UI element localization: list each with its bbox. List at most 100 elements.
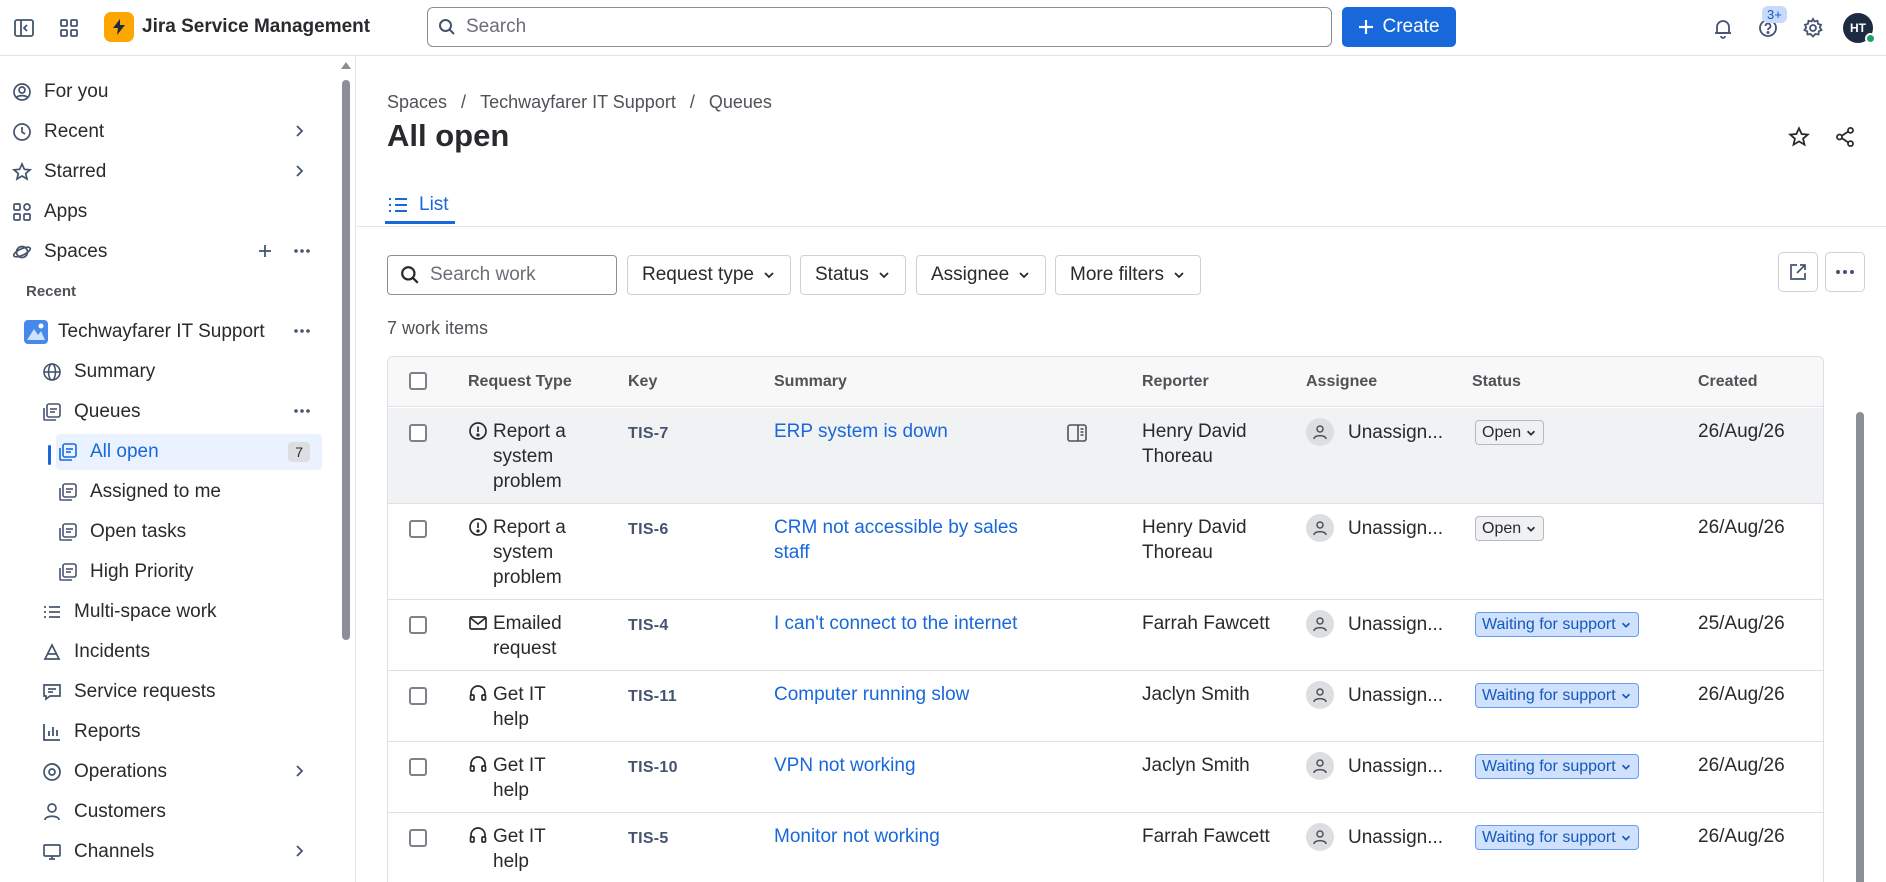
select-all-checkbox[interactable]	[409, 372, 427, 390]
issue-key[interactable]: TIS-11	[628, 684, 677, 709]
open-detail-panel-icon[interactable]	[1066, 423, 1088, 443]
column-header-reporter[interactable]: Reporter	[1142, 373, 1209, 391]
add-space-icon[interactable]	[256, 242, 274, 260]
table-row[interactable]: Emailed request TIS-4 I can't connect to…	[388, 600, 1823, 671]
more-icon[interactable]	[292, 242, 312, 260]
scroll-up-arrow-icon[interactable]	[341, 62, 351, 69]
column-header-assignee[interactable]: Assignee	[1306, 373, 1377, 391]
column-header-request-type[interactable]: Request Type	[468, 373, 572, 391]
issue-key[interactable]: TIS-4	[628, 613, 669, 638]
row-checkbox[interactable]	[409, 424, 427, 442]
bell-icon[interactable]	[1709, 14, 1737, 42]
sidebar-item-summary[interactable]: Summary	[40, 354, 322, 390]
row-checkbox[interactable]	[409, 520, 427, 538]
assignee-cell[interactable]: Unassign...	[1306, 514, 1443, 542]
assignee-cell[interactable]: Unassign...	[1306, 823, 1443, 851]
sidebar-item-recent[interactable]: Recent	[10, 114, 322, 150]
issue-key[interactable]: TIS-5	[628, 826, 669, 851]
table-row[interactable]: Get IT help TIS-10 VPN not working Jacly…	[388, 742, 1823, 813]
column-header-key[interactable]: Key	[628, 373, 657, 391]
breadcrumb-queues[interactable]: Queues	[709, 92, 772, 113]
app-title[interactable]: Jira Service Management	[142, 16, 370, 38]
sidebar-item-incidents[interactable]: Incidents	[40, 634, 322, 670]
status-cell[interactable]: Open	[1475, 419, 1545, 445]
chevron-right-icon[interactable]	[290, 122, 308, 140]
column-header-created[interactable]: Created	[1698, 373, 1758, 391]
work-search[interactable]	[387, 255, 617, 295]
assignee-cell[interactable]: Unassign...	[1306, 681, 1443, 709]
status-dropdown[interactable]: Waiting for support	[1475, 612, 1639, 637]
row-checkbox[interactable]	[409, 758, 427, 776]
chevron-right-icon[interactable]	[290, 162, 308, 180]
issue-key[interactable]: TIS-10	[628, 755, 678, 780]
request-type-filter[interactable]: Request type	[627, 255, 791, 295]
status-dropdown[interactable]: Open	[1475, 516, 1545, 541]
sidebar-item-high-priority[interactable]: High Priority	[56, 554, 322, 590]
more-filters-button[interactable]: More filters	[1055, 255, 1201, 295]
row-checkbox[interactable]	[409, 687, 427, 705]
sidebar-item-starred[interactable]: Starred	[10, 154, 322, 190]
table-row[interactable]: Report a system problem TIS-7 ERP system…	[388, 408, 1823, 504]
status-filter[interactable]: Status	[800, 255, 906, 295]
tab-list[interactable]: List	[387, 194, 449, 216]
column-header-summary[interactable]: Summary	[774, 373, 847, 391]
status-cell[interactable]: Waiting for support	[1475, 753, 1639, 779]
share-icon[interactable]	[1834, 126, 1856, 148]
issue-summary-link[interactable]: CRM not accessible by sales staff	[774, 515, 1034, 565]
more-icon[interactable]	[292, 402, 312, 420]
column-header-status[interactable]: Status	[1472, 373, 1521, 391]
assignee-filter[interactable]: Assignee	[916, 255, 1047, 295]
breadcrumb-space[interactable]: Techwayfarer IT Support	[480, 92, 676, 113]
issue-key[interactable]: TIS-6	[628, 517, 669, 542]
jira-logo-icon[interactable]	[104, 12, 134, 42]
sidebar-item-for-you[interactable]: For you	[10, 74, 322, 110]
table-row[interactable]: Get IT help TIS-11 Computer running slow…	[388, 671, 1823, 742]
search-input[interactable]	[466, 16, 1306, 38]
row-checkbox[interactable]	[409, 829, 427, 847]
gear-icon[interactable]	[1799, 14, 1827, 42]
breadcrumb-spaces[interactable]: Spaces	[387, 92, 447, 113]
sidebar-item-reports[interactable]: Reports	[40, 714, 322, 750]
more-icon[interactable]	[292, 322, 312, 340]
assignee-cell[interactable]: Unassign...	[1306, 610, 1443, 638]
chevron-right-icon[interactable]	[290, 842, 308, 860]
issue-summary-link[interactable]: ERP system is down	[774, 419, 1034, 444]
assignee-cell[interactable]: Unassign...	[1306, 418, 1443, 446]
status-cell[interactable]: Open	[1475, 515, 1545, 541]
assignee-cell[interactable]: Unassign...	[1306, 752, 1443, 780]
chevron-right-icon[interactable]	[290, 762, 308, 780]
work-search-input[interactable]	[430, 264, 610, 286]
row-checkbox[interactable]	[409, 616, 427, 634]
main-scrollbar[interactable]	[1856, 412, 1864, 882]
sidebar-item-customers[interactable]: Customers	[40, 794, 322, 830]
create-button[interactable]: Create	[1342, 7, 1456, 47]
sidebar-item-operations[interactable]: Operations	[40, 754, 322, 790]
sidebar-item-all-open[interactable]: All open 7	[56, 434, 322, 470]
issue-summary-link[interactable]: Computer running slow	[774, 682, 1034, 707]
sidebar-item-open-tasks[interactable]: Open tasks	[56, 514, 322, 550]
sidebar-item-spaces[interactable]: Spaces	[10, 234, 322, 270]
issue-summary-link[interactable]: VPN not working	[774, 753, 1034, 778]
table-row[interactable]: Get IT help TIS-5 Monitor not working Fa…	[388, 813, 1823, 882]
star-icon[interactable]	[1788, 126, 1810, 148]
sidebar-toggle-icon[interactable]	[10, 14, 38, 42]
app-switcher-icon[interactable]	[55, 14, 83, 42]
open-in-new-icon[interactable]	[1778, 252, 1818, 292]
status-cell[interactable]: Waiting for support	[1475, 611, 1639, 637]
sidebar-item-apps[interactable]: Apps	[10, 194, 322, 230]
table-row[interactable]: Report a system problem TIS-6 CRM not ac…	[388, 504, 1823, 600]
status-dropdown[interactable]: Open	[1475, 420, 1545, 445]
sidebar-item-channels[interactable]: Channels	[40, 834, 322, 870]
sidebar-item-service-requests[interactable]: Service requests	[40, 674, 322, 710]
status-dropdown[interactable]: Waiting for support	[1475, 754, 1639, 779]
more-icon[interactable]	[1825, 252, 1865, 292]
sidebar-item-assigned-to-me[interactable]: Assigned to me	[56, 474, 322, 510]
status-dropdown[interactable]: Waiting for support	[1475, 683, 1639, 708]
global-search[interactable]	[427, 7, 1332, 47]
status-dropdown[interactable]: Waiting for support	[1475, 825, 1639, 850]
issue-key[interactable]: TIS-7	[628, 421, 669, 446]
status-cell[interactable]: Waiting for support	[1475, 682, 1639, 708]
sidebar-scrollbar[interactable]	[342, 80, 350, 640]
issue-summary-link[interactable]: I can't connect to the internet	[774, 611, 1074, 636]
issue-summary-link[interactable]: Monitor not working	[774, 824, 1034, 849]
